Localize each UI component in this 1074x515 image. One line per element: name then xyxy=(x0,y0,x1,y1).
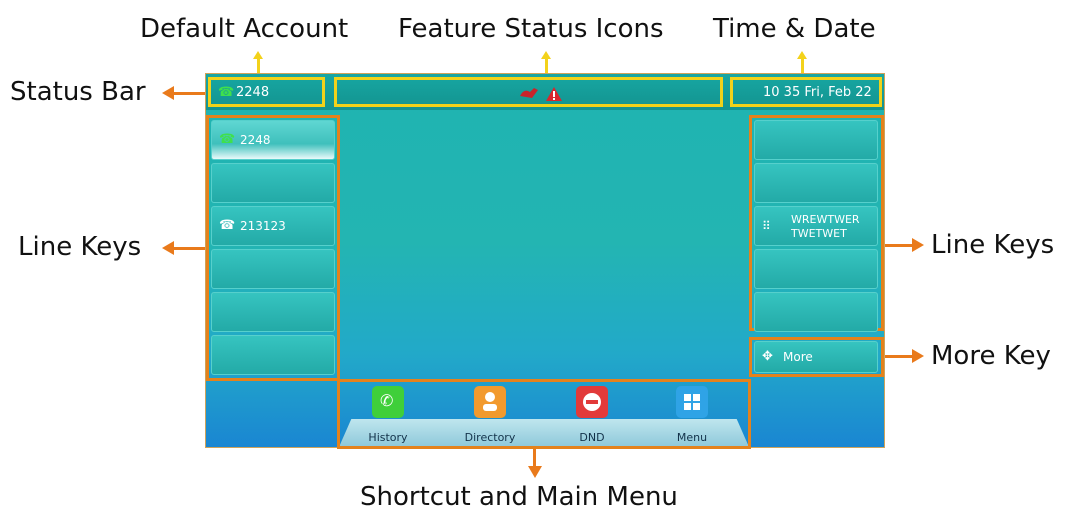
line-key-5[interactable] xyxy=(211,292,335,332)
phone-green-icon: ☎ xyxy=(218,85,235,100)
more-key[interactable]: ✥ More xyxy=(754,341,878,373)
line-keys-right-arrow xyxy=(885,244,913,247)
status-bar-arrow xyxy=(172,92,205,95)
status-bar-label: Status Bar xyxy=(10,77,146,107)
line-key-label: 213123 xyxy=(240,219,286,233)
line-key-label: 2248 xyxy=(240,133,271,147)
history-label: History xyxy=(368,431,408,444)
phone-green-icon: ☎ xyxy=(219,132,236,147)
line-keys-left-label: Line Keys xyxy=(18,232,142,262)
time-date-box: 10 35 Fri, Feb 22 xyxy=(730,77,882,107)
menu-label: Menu xyxy=(676,431,708,444)
more-key-box: ✥ More xyxy=(749,337,884,377)
feature-status-icons-label: Feature Status Icons xyxy=(398,14,664,44)
line-keys-left-arrow xyxy=(172,247,205,250)
shortcut-main-menu-label: Shortcut and Main Menu xyxy=(360,482,678,512)
shortcut-menu-arrow xyxy=(533,448,536,468)
phone-icon: ☎ xyxy=(219,218,236,233)
history-phone-icon: ✆ xyxy=(380,391,394,410)
line-key-1[interactable]: ☎ 2248 xyxy=(211,120,335,160)
feature-icons-arrow xyxy=(545,58,548,73)
more-key-arrowhead xyxy=(912,349,924,363)
right-line-key-2[interactable] xyxy=(754,163,878,203)
warning-icon xyxy=(546,87,562,101)
more-key-text: More xyxy=(783,350,813,364)
default-account-number: 2248 xyxy=(236,85,270,100)
default-account-box: ☎ 2248 xyxy=(208,77,325,107)
menu-button[interactable] xyxy=(676,386,708,418)
more-key-arrow xyxy=(885,355,913,358)
keypad-icon: ⠿ xyxy=(762,219,771,233)
left-line-keys-box: ☎ 2248 ☎ 213123 xyxy=(206,115,340,381)
right-line-key-3[interactable]: ⠿ WREWTWER TWETWET xyxy=(754,206,878,246)
line-key-3[interactable]: ☎ 213123 xyxy=(211,206,335,246)
right-line-key-label-2: TWETWET xyxy=(791,227,847,240)
time-date-arrow xyxy=(801,58,804,73)
line-keys-right-label: Line Keys xyxy=(931,230,1055,260)
time-date-label: Time & Date xyxy=(713,14,876,44)
more-arrows-icon: ✥ xyxy=(762,349,773,364)
line-key-6[interactable] xyxy=(211,335,335,375)
right-line-key-5[interactable] xyxy=(754,292,878,332)
dnd-button[interactable] xyxy=(576,386,608,418)
line-key-2[interactable] xyxy=(211,163,335,203)
directory-button[interactable] xyxy=(474,386,506,418)
line-key-4[interactable] xyxy=(211,249,335,289)
shortcut-menu-arrowhead xyxy=(528,466,542,478)
dnd-label: DND xyxy=(579,431,605,444)
right-line-keys-box: ⠿ WREWTWER TWETWET xyxy=(749,115,884,332)
feature-status-icons-box xyxy=(334,77,723,107)
history-button[interactable]: ✆ xyxy=(372,386,404,418)
default-account-label: Default Account xyxy=(140,14,349,44)
directory-label: Directory xyxy=(464,431,516,444)
right-line-key-4[interactable] xyxy=(754,249,878,289)
default-account-arrow xyxy=(257,58,260,73)
dnd-icon xyxy=(583,393,601,411)
grid-icon xyxy=(684,394,700,410)
contact-icon xyxy=(483,392,497,411)
line-keys-right-arrowhead xyxy=(912,238,924,252)
time-date-text: 10 35 Fri, Feb 22 xyxy=(763,85,872,100)
more-key-label: More Key xyxy=(931,341,1051,371)
missed-call-icon xyxy=(520,88,538,98)
right-line-key-1[interactable] xyxy=(754,120,878,160)
right-line-key-label-1: WREWTWER xyxy=(791,213,860,226)
phone-screen: ☎ 2248 10 35 Fri, Feb 22 ☎ 2248 ☎ 213123 xyxy=(205,73,885,449)
